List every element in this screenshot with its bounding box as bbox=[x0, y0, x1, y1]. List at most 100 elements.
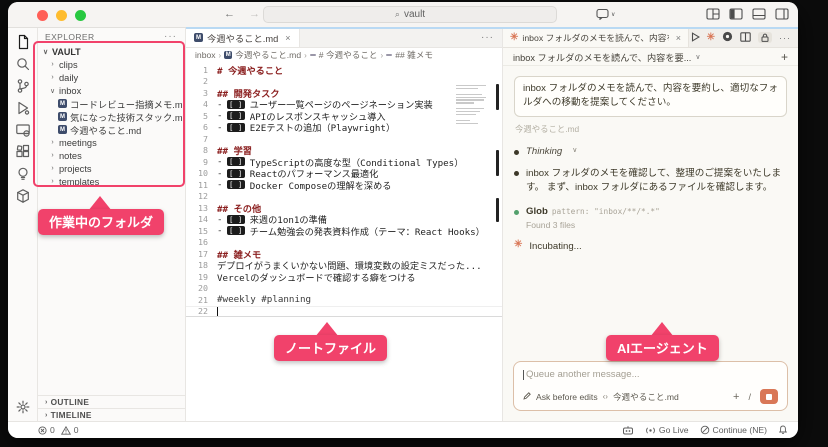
tree-item-inbox[interactable]: ∨inbox bbox=[38, 84, 185, 97]
toggle-sidebar-left-icon[interactable] bbox=[729, 8, 743, 20]
tree-item-daily[interactable]: ›daily bbox=[38, 71, 185, 84]
timeline-section[interactable]: › TIMELINE bbox=[38, 408, 185, 421]
status-text: Incubating... bbox=[529, 240, 581, 254]
back-icon[interactable]: ← bbox=[224, 8, 235, 20]
copilot-chat-button[interactable]: ∨ bbox=[596, 8, 615, 20]
line-number: 10 bbox=[186, 168, 208, 178]
markdown-file-icon: M bbox=[58, 125, 67, 134]
tree-item-vault[interactable]: ∨VAULT bbox=[38, 45, 185, 58]
run-debug-icon[interactable] bbox=[13, 99, 33, 116]
tree-item-label: clips bbox=[59, 60, 78, 70]
minimize-window-button[interactable] bbox=[56, 10, 67, 21]
checkbox-icon[interactable]: [ ] bbox=[227, 215, 245, 224]
line-content: -[ ]チーム勉強会の発表資料作成（テーマ：React Hooks） bbox=[217, 224, 485, 238]
checkbox-icon[interactable]: [ ] bbox=[227, 169, 245, 178]
editor-cursor bbox=[217, 307, 218, 317]
zoom-window-button[interactable] bbox=[75, 10, 86, 21]
close-window-button[interactable] bbox=[37, 10, 48, 21]
tree-item-templates[interactable]: ›templates bbox=[38, 175, 185, 188]
line-content: -[ ]Docker Composeの理解を深める bbox=[217, 178, 392, 192]
copilot-status-icon[interactable] bbox=[622, 425, 634, 435]
tree-item-meetings[interactable]: ›meetings bbox=[38, 136, 185, 149]
editor-line-22[interactable]: 22 bbox=[186, 306, 502, 318]
breadcrumb-item[interactable]: # 今週やること bbox=[319, 49, 378, 61]
editor-line-21[interactable]: 21#weekly #planning bbox=[186, 294, 502, 306]
checkbox-icon[interactable]: [ ] bbox=[227, 157, 245, 166]
stop-button[interactable] bbox=[760, 389, 778, 404]
tree-item-file[interactable]: M今週やること.md bbox=[38, 123, 185, 136]
chevron-right-icon: › bbox=[49, 139, 56, 146]
editor-line-15[interactable]: 15-[ ]チーム勉強会の発表資料作成（テーマ：React Hooks） bbox=[186, 225, 502, 237]
breadcrumb-item[interactable]: 今週やること.md bbox=[235, 49, 301, 61]
checkbox-icon[interactable]: [ ] bbox=[227, 111, 245, 120]
code-editor[interactable]: 1# 今週やること23## 開発タスク4-[ ]ユーザー一覧ページのページネーシ… bbox=[186, 62, 502, 421]
attach-button[interactable]: + bbox=[733, 391, 739, 403]
run-icon[interactable] bbox=[691, 29, 700, 47]
lightbulb-icon[interactable] bbox=[13, 165, 33, 182]
split-editor-icon[interactable] bbox=[740, 29, 751, 47]
cube-icon[interactable] bbox=[13, 187, 33, 204]
new-chat-button[interactable]: + bbox=[781, 50, 788, 64]
source-control-icon[interactable] bbox=[13, 77, 33, 94]
editor-line-1[interactable]: 1# 今週やること bbox=[186, 64, 502, 76]
checkbox-icon[interactable]: [ ] bbox=[227, 100, 245, 109]
command-center-search[interactable]: ⌕ vault bbox=[263, 6, 557, 23]
outline-section[interactable]: › OUTLINE bbox=[38, 395, 185, 408]
chevron-right-icon: › bbox=[45, 412, 48, 419]
gear-icon[interactable] bbox=[13, 398, 33, 415]
tree-item-label: VAULT bbox=[52, 47, 81, 57]
editor-line-11[interactable]: 11-[ ]Docker Composeの理解を深める bbox=[186, 179, 502, 191]
extensions-icon[interactable] bbox=[13, 143, 33, 160]
bullet-icon bbox=[514, 150, 519, 155]
checkbox-icon[interactable]: [ ] bbox=[227, 226, 245, 235]
editor-line-20[interactable]: 20 bbox=[186, 283, 502, 295]
remote-window-icon[interactable] bbox=[13, 121, 33, 138]
tree-item-file[interactable]: Mコードレビュー指摘メモ.md bbox=[38, 97, 185, 110]
close-tab-icon[interactable]: × bbox=[285, 33, 290, 43]
customize-layout-icon[interactable] bbox=[706, 8, 720, 20]
chat-input[interactable]: Queue another message... Ask before edit… bbox=[513, 361, 788, 411]
line-number: 2 bbox=[186, 76, 208, 86]
edit-mode-label[interactable]: Ask before edits bbox=[536, 392, 598, 402]
tree-item-projects[interactable]: ›projects bbox=[38, 162, 185, 175]
checkbox-icon[interactable]: [ ] bbox=[227, 180, 245, 189]
chevron-right-icon: › bbox=[45, 399, 48, 406]
line-number: 16 bbox=[186, 237, 208, 247]
explorer-more-icon[interactable]: ··· bbox=[164, 31, 177, 42]
claude-icon[interactable]: ✳ bbox=[707, 33, 715, 43]
editor-more-actions-icon[interactable]: ··· bbox=[481, 28, 502, 47]
toggle-sidebar-right-icon[interactable] bbox=[775, 8, 789, 20]
toggle-panel-icon[interactable] bbox=[752, 8, 766, 20]
tree-item-file[interactable]: M気になった技術スタック.md bbox=[38, 110, 185, 123]
search-icon: ⌕ bbox=[395, 9, 400, 20]
editor-line-6[interactable]: 6-[ ]E2Eテストの追加（Playwright） bbox=[186, 122, 502, 134]
notifications-bell-icon[interactable] bbox=[778, 425, 788, 435]
breadcrumb[interactable]: inbox›M今週やること.md›# 今週やること›## 雑メモ bbox=[186, 48, 502, 62]
editor-line-19[interactable]: 19Vercelのダッシュボードで確認する癖をつける bbox=[186, 271, 502, 283]
tree-item-clips[interactable]: ›clips bbox=[38, 58, 185, 71]
lock-icon[interactable] bbox=[758, 32, 772, 43]
problems-indicator[interactable]: 0 0 bbox=[38, 425, 79, 435]
minimap[interactable] bbox=[456, 85, 489, 125]
checkbox-icon[interactable]: [ ] bbox=[227, 123, 245, 132]
go-live-button[interactable]: Go Live bbox=[645, 425, 689, 435]
breadcrumb-item[interactable]: ## 雑メモ bbox=[395, 49, 433, 61]
continue-button[interactable]: Continue (NE) bbox=[700, 425, 767, 435]
session-selector[interactable]: inbox フォルダのメモを読んで、内容を要... ∨ + bbox=[503, 48, 798, 66]
explorer-icon[interactable] bbox=[13, 33, 33, 50]
tree-item-label: templates bbox=[59, 177, 99, 187]
tab-weekly-note[interactable]: M 今週やること.md × bbox=[186, 28, 300, 47]
search-icon[interactable] bbox=[13, 55, 33, 72]
annotation-ai-agent: AIエージェント bbox=[606, 335, 719, 361]
more-actions-icon[interactable]: ··· bbox=[779, 33, 791, 43]
context-file-chip[interactable]: 今週やること.md bbox=[613, 391, 679, 403]
slash-command-button[interactable]: / bbox=[748, 392, 751, 402]
forward-icon[interactable]: → bbox=[249, 8, 260, 20]
ai-session-tab[interactable]: ✳ inbox フォルダのメモを読んで、内容を要約し... × bbox=[503, 28, 689, 47]
breadcrumb-item[interactable]: inbox bbox=[195, 50, 216, 60]
settings-gear-icon[interactable] bbox=[722, 29, 733, 47]
thinking-label[interactable]: Thinking bbox=[526, 146, 562, 157]
tool-name[interactable]: Glob bbox=[526, 206, 548, 217]
close-tab-icon[interactable]: × bbox=[676, 33, 681, 43]
tree-item-notes[interactable]: ›notes bbox=[38, 149, 185, 162]
